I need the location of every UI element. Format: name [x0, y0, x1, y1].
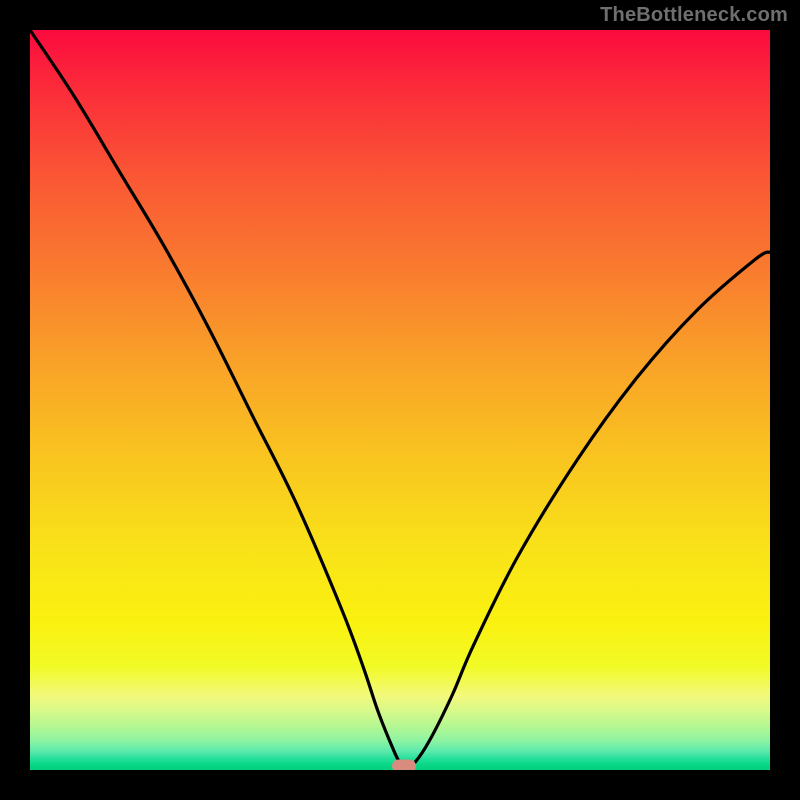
watermark-text: TheBottleneck.com [600, 4, 788, 27]
minimum-marker [392, 760, 416, 770]
bottleneck-curve [30, 30, 770, 766]
plot-area [30, 30, 770, 770]
chart-stage: TheBottleneck.com [0, 0, 800, 800]
curve-layer [30, 30, 770, 770]
